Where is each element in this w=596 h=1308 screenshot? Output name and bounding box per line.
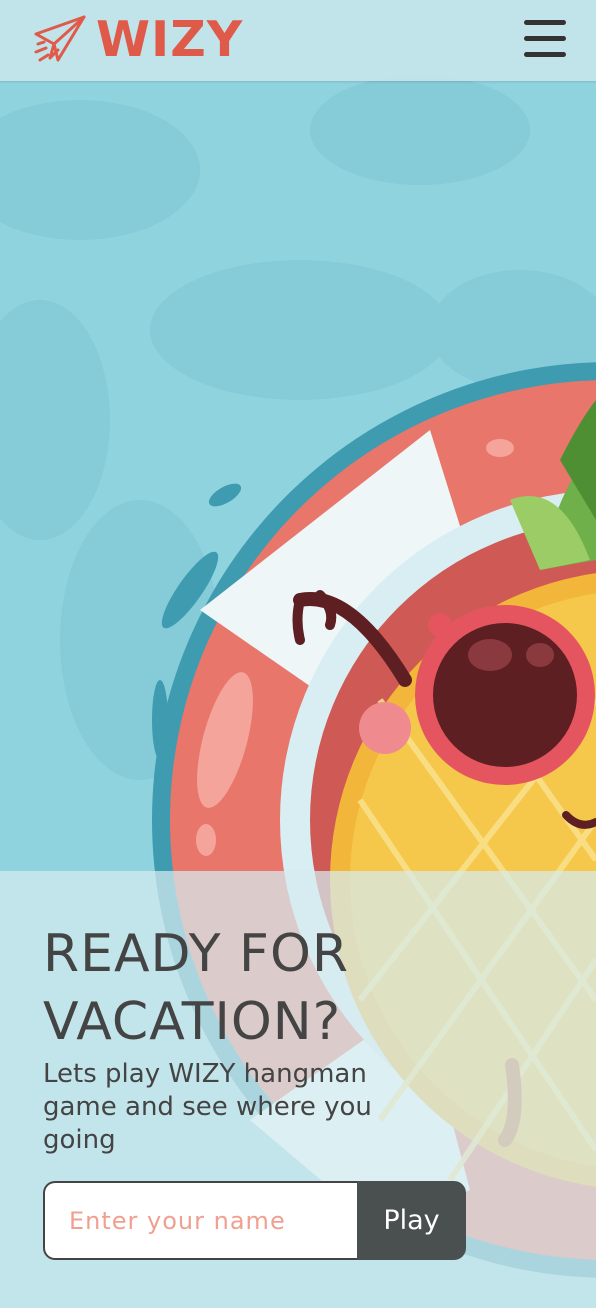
paper-plane-icon [34,15,86,62]
site-header: WIZY [0,0,596,81]
brand-name: WIZY [96,11,244,68]
play-button[interactable]: Play [357,1181,466,1260]
name-form: Play [43,1181,466,1260]
hero-title: READY FOR VACATION? [43,924,350,1052]
name-input[interactable] [43,1181,357,1260]
hero-subtitle: Lets play WIZY hangman game and see wher… [43,1059,372,1155]
hamburger-menu-icon[interactable] [524,20,566,58]
brand-logo[interactable]: WIZY [32,14,243,66]
